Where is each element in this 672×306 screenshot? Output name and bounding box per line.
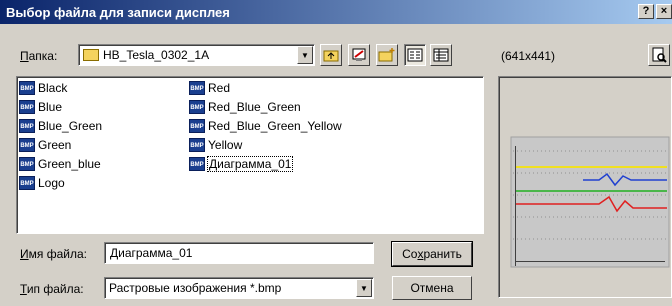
up-folder-button[interactable] — [320, 44, 342, 66]
list-item[interactable]: BMP Blue — [19, 99, 62, 115]
chevron-down-icon[interactable]: ▼ — [297, 46, 313, 64]
bmp-file-icon: BMP — [19, 100, 35, 114]
bmp-file-icon: BMP — [19, 119, 35, 133]
bmp-file-icon: BMP — [189, 100, 205, 114]
help-button[interactable]: ? — [638, 4, 654, 19]
up-folder-icon — [323, 50, 339, 62]
filename-input[interactable]: Диаграмма_01 — [104, 242, 374, 264]
magnifier-icon — [652, 47, 667, 63]
list-view-button[interactable] — [404, 44, 426, 66]
list-item[interactable]: BMP Green_blue — [19, 156, 101, 172]
bmp-file-icon: BMP — [189, 119, 205, 133]
title-bar: Выбор файла для записи дисплея ? × — [0, 0, 672, 24]
close-button[interactable]: × — [656, 4, 672, 19]
bmp-file-icon: BMP — [19, 81, 35, 95]
filename-label: Имя файла: — [20, 247, 87, 261]
cancel-button[interactable]: Отмена — [392, 276, 472, 300]
preview-button[interactable] — [648, 44, 670, 66]
preview-thumbnail — [510, 136, 670, 268]
lookin-label: Папка: — [20, 49, 58, 63]
filetype-combo[interactable]: Растровые изображения *.bmp ▼ — [104, 277, 374, 299]
new-folder-button[interactable] — [376, 44, 398, 66]
new-folder-icon — [378, 48, 395, 62]
folder-icon — [83, 49, 99, 61]
list-item[interactable]: BMP Black — [19, 80, 67, 96]
list-item[interactable]: BMP Yellow — [189, 137, 242, 153]
list-item[interactable]: BMP Red — [189, 80, 230, 96]
bmp-file-icon: BMP — [189, 157, 205, 171]
lookin-combo[interactable]: HB_Tesla_0302_1A ▼ — [78, 44, 315, 66]
save-button[interactable]: Со х ранить — [391, 241, 473, 267]
details-view-icon — [433, 48, 449, 62]
bmp-file-icon: BMP — [19, 138, 35, 152]
window-title: Выбор файла для записи дисплея — [6, 4, 230, 20]
lookin-value: HB_Tesla_0302_1A — [103, 48, 210, 62]
list-item[interactable]: BMP Blue_Green — [19, 118, 102, 134]
bmp-file-icon: BMP — [19, 157, 35, 171]
filename-value: Диаграмма_01 — [110, 246, 193, 260]
desktop-button[interactable] — [348, 44, 370, 66]
list-item-selected[interactable]: BMP Диаграмма_01 — [189, 156, 294, 172]
bmp-file-icon: BMP — [189, 81, 205, 95]
bmp-file-icon: BMP — [19, 176, 35, 190]
filetype-value: Растровые изображения *.bmp — [109, 281, 282, 295]
list-item[interactable]: BMP Red_Blue_Green_Yellow — [189, 118, 342, 134]
file-list[interactable]: BMP Black BMP Blue BMP Blue_Green BMP Green … — [16, 76, 484, 234]
preview-size-label: (641x441) — [501, 49, 556, 63]
bmp-file-icon: BMP — [189, 138, 205, 152]
chevron-down-icon[interactable]: ▼ — [356, 279, 372, 297]
details-view-button[interactable] — [430, 44, 452, 66]
filetype-label: Тип файла: — [20, 282, 84, 296]
list-item[interactable]: BMP Green — [19, 137, 71, 153]
preview-panel — [498, 76, 672, 298]
list-view-icon — [407, 48, 423, 62]
desktop-icon — [352, 48, 366, 61]
list-item[interactable]: BMP Red_Blue_Green — [189, 99, 301, 115]
list-item[interactable]: BMP Logo — [19, 175, 65, 191]
